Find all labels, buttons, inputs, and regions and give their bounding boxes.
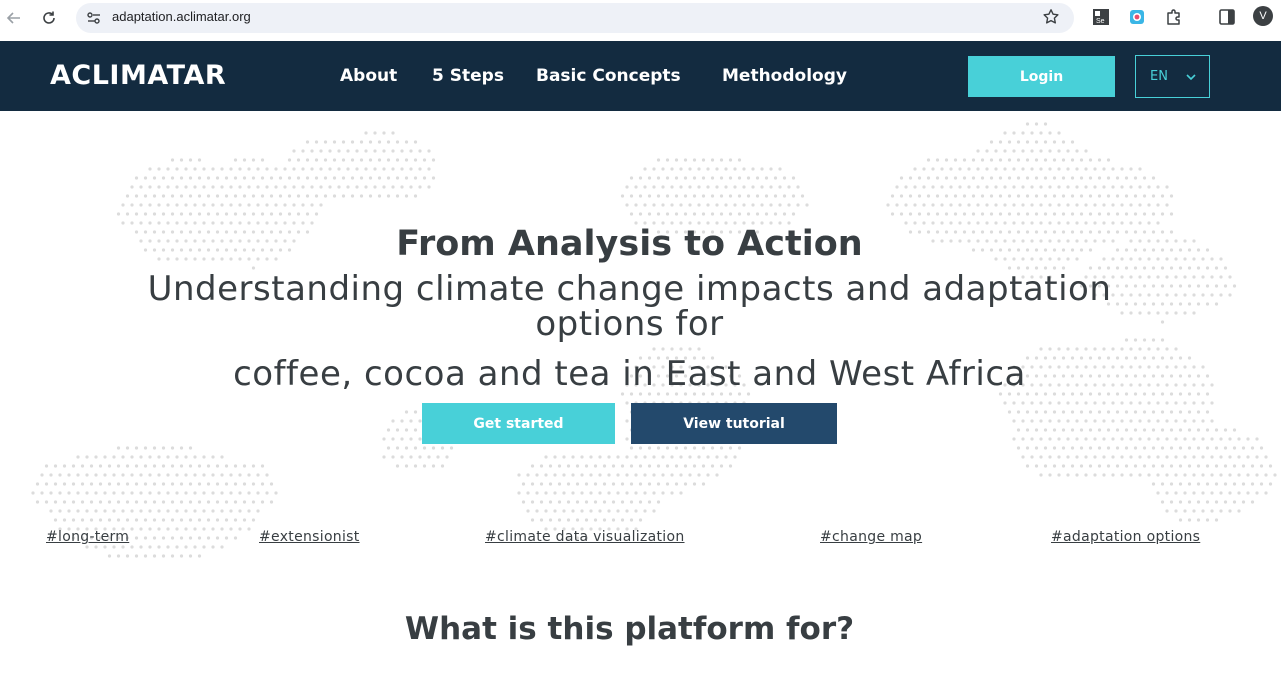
side-panel-icon[interactable] — [1218, 8, 1236, 26]
hero-section: From Analysis to Action Understanding cl… — [0, 111, 1281, 563]
hero-subtitle-line1: Understanding climate change impacts and… — [147, 269, 1112, 344]
language-select[interactable]: EN — [1135, 55, 1210, 98]
tag-climate-data-visualization[interactable]: #climate data visualization — [485, 529, 685, 545]
address-bar[interactable]: adaptation.aclimatar.org — [76, 3, 1074, 33]
login-button[interactable]: Login — [968, 56, 1115, 97]
back-arrow-icon[interactable] — [3, 7, 25, 29]
tag-extensionist[interactable]: #extensionist — [259, 529, 360, 545]
profile-avatar[interactable]: V — [1253, 6, 1273, 26]
site-logo[interactable]: ACLIMATAR — [50, 60, 226, 91]
hero-title: From Analysis to Action — [396, 224, 863, 264]
camera-extension-icon[interactable] — [1128, 8, 1146, 26]
nav-about[interactable]: About — [340, 66, 397, 86]
svg-text:Se: Se — [1096, 18, 1105, 25]
reload-icon[interactable] — [38, 7, 60, 29]
bookmark-star-icon[interactable] — [1042, 8, 1060, 26]
section-title: What is this platform for? — [404, 611, 855, 647]
get-started-button[interactable]: Get started — [422, 403, 615, 444]
hero-subtitle-line2: coffee, cocoa and tea in East and West A… — [233, 354, 1026, 394]
browser-toolbar: adaptation.aclimatar.org Se V — [0, 0, 1281, 41]
nav-basic-concepts[interactable]: Basic Concepts — [536, 66, 681, 86]
chevron-down-icon — [1186, 74, 1196, 81]
site-info-icon[interactable] — [85, 9, 103, 27]
selenium-extension-icon[interactable]: Se — [1092, 8, 1110, 26]
tag-adaptation-options[interactable]: #adaptation options — [1051, 529, 1200, 545]
nav-methodology[interactable]: Methodology — [722, 66, 847, 86]
url-text[interactable]: adaptation.aclimatar.org — [112, 9, 251, 24]
language-code: EN — [1150, 69, 1168, 84]
tag-change-map[interactable]: #change map — [820, 529, 922, 545]
extensions-puzzle-icon[interactable] — [1165, 8, 1183, 26]
tag-long-term[interactable]: #long-term — [46, 529, 129, 545]
nav-5-steps[interactable]: 5 Steps — [432, 66, 504, 86]
site-header: ACLIMATAR About 5 Steps Basic Concepts M… — [0, 41, 1281, 111]
view-tutorial-button[interactable]: View tutorial — [631, 403, 837, 444]
